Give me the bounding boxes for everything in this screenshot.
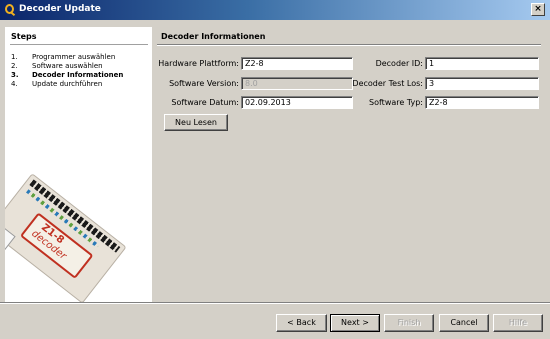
bottom-divider [0,302,550,304]
software-typ-label: Software Typ: [369,98,423,107]
decoder-board-image: Z1-8 decoder [5,173,127,302]
decoder-id-field[interactable]: 1 [425,57,539,70]
software-version-field: 8.0 [241,77,353,90]
steps-divider [10,44,148,45]
decoder-test-los-field[interactable]: 3 [425,77,539,90]
close-button[interactable]: × [531,3,545,16]
step-item-3: 3. Decoder Informationen [11,71,124,79]
decoder-board: Z1-8 decoder [5,173,127,302]
step-item-1: 1. Programmer auswählen [11,53,116,61]
app-logo-icon [5,4,14,14]
software-version-label: Software Version: [169,79,239,88]
software-datum-label: Software Datum: [171,98,239,107]
back-button[interactable]: < Back [276,314,327,332]
hilfe-button[interactable]: Hilfe [493,314,543,332]
software-typ-field[interactable]: Z2-8 [425,96,539,109]
hardware-plattform-label: Hardware Plattform: [158,59,239,68]
neu-lesen-button[interactable]: Neu Lesen [164,114,228,131]
cancel-button[interactable]: Cancel [439,314,489,332]
content-panel: Decoder Informationen Hardware Plattform… [153,27,545,302]
decoder-id-label: Decoder ID: [375,59,423,68]
next-button[interactable]: Next > [330,314,380,332]
software-datum-field[interactable]: 02.09.2013 [241,96,353,109]
steps-title: Steps [11,32,37,41]
step-item-2: 2. Software auswählen [11,62,103,70]
title-bar[interactable]: Decoder Update × [0,0,550,20]
hardware-plattform-field[interactable]: Z2-8 [241,57,353,70]
content-divider [157,44,541,46]
decoder-test-los-label: Decoder Test Los: [352,79,423,88]
window-title: Decoder Update [19,4,101,14]
content-title: Decoder Informationen [161,32,266,41]
step-item-4: 4. Update durchführen [11,80,103,88]
steps-panel: Steps 1. Programmer auswählen 2. Software … [5,27,152,302]
finish-button[interactable]: Finish [384,314,434,332]
decoder-update-window: Decoder Update × Steps 1. Programmer ausw… [0,0,550,339]
